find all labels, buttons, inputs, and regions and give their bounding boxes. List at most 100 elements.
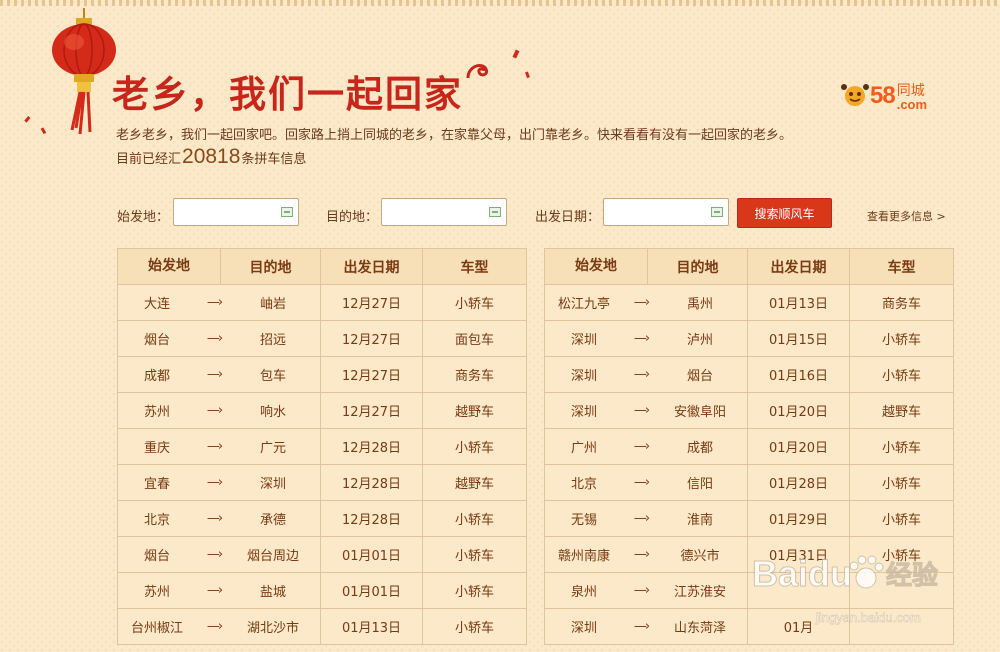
page-title: 老乡，我们一起回家 xyxy=(112,72,463,116)
from-to-cell: 松江九亭 —› 禹州 xyxy=(544,284,748,321)
stats-line: 目前已经汇 20818 条拼车信息 xyxy=(116,145,306,169)
table-header-row: 始发地 目的地 出发日期 车型 xyxy=(544,248,954,285)
date-cell: 01月20日 xyxy=(747,392,850,429)
type-cell: 面包车 xyxy=(422,320,527,357)
search-form: 始发地： 目的地： 出发日期： 搜索顺风车 查看更多信息 > xyxy=(0,198,1000,232)
table-row[interactable]: 台州椒江 —› 湖北沙市 01月13日 小轿车 xyxy=(117,608,527,645)
table-row[interactable]: 泉州 —› 江苏淮安 xyxy=(544,572,954,609)
to-city: 德兴市 xyxy=(680,549,720,564)
date-cell: 01月16日 xyxy=(747,356,850,393)
table-row[interactable]: 大连 —› 岫岩 12月27日 小轿车 xyxy=(117,284,527,321)
table-row[interactable]: 深圳 —› 烟台 01月16日 小轿车 xyxy=(544,356,954,393)
from-city: 宜春 xyxy=(143,477,170,492)
to-city: 安徽阜阳 xyxy=(673,405,726,420)
from-to-cell: 北京 —› 承德 xyxy=(117,500,321,537)
58-logo[interactable]: 58 同城 .com xyxy=(840,82,927,112)
table-row[interactable]: 宜春 —› 深圳 12月28日 越野车 xyxy=(117,464,527,501)
from-to-cell: 赣州南康 —› 德兴市 xyxy=(544,536,748,573)
calendar-icon[interactable] xyxy=(711,207,723,217)
date-cell: 01月01日 xyxy=(320,536,423,573)
stats-count: 20818 xyxy=(182,145,241,168)
type-cell: 小轿车 xyxy=(422,284,527,321)
to-city: 承德 xyxy=(259,513,286,528)
from-to-cell: 北京 —› 信阳 xyxy=(544,464,748,501)
header-from-to: 始发地 目的地 xyxy=(544,248,748,285)
date-cell: 12月28日 xyxy=(320,464,423,501)
table-header-row: 始发地 目的地 出发日期 车型 xyxy=(117,248,527,285)
from-city: 赣州南康 xyxy=(557,549,610,564)
cloud-swirl-icon xyxy=(466,64,489,79)
from-to-cell: 重庆 —› 广元 xyxy=(117,428,321,465)
header-date: 出发日期 xyxy=(747,248,850,285)
arrow-icon: —› xyxy=(206,367,223,382)
date-label: 出发日期： xyxy=(535,210,601,225)
picker-icon[interactable] xyxy=(489,207,501,217)
table-row[interactable]: 广州 —› 成都 01月20日 小轿车 xyxy=(544,428,954,465)
search-rides-button[interactable]: 搜索顺风车 xyxy=(737,198,832,228)
table-row[interactable]: 重庆 —› 广元 12月28日 小轿车 xyxy=(117,428,527,465)
from-city: 深圳 xyxy=(570,333,597,348)
table-row[interactable]: 赣州南康 —› 德兴市 01月31日 小轿车 xyxy=(544,536,954,573)
top-border xyxy=(0,0,1000,6)
type-cell: 小轿车 xyxy=(849,428,954,465)
date-cell: 12月27日 xyxy=(320,284,423,321)
to-city: 信阳 xyxy=(686,477,713,492)
type-cell: 越野车 xyxy=(422,464,527,501)
from-to-cell: 泉州 —› 江苏淮安 xyxy=(544,572,748,609)
table-row[interactable]: 北京 —› 信阳 01月28日 小轿车 xyxy=(544,464,954,501)
from-city: 深圳 xyxy=(570,369,597,384)
arrow-icon: —› xyxy=(206,583,223,598)
from-city: 大连 xyxy=(143,297,170,312)
date-cell: 01月20日 xyxy=(747,428,850,465)
date-cell: 12月27日 xyxy=(320,392,423,429)
to-city: 淮南 xyxy=(686,513,713,528)
from-to-cell: 深圳 —› 山东菏泽 xyxy=(544,608,748,645)
arrow-icon: —› xyxy=(633,583,650,598)
from-city: 烟台 xyxy=(143,549,170,564)
to-city: 禹州 xyxy=(686,297,713,312)
type-cell: 小轿车 xyxy=(849,356,954,393)
header-to: 目的地 xyxy=(249,259,292,276)
from-city: 深圳 xyxy=(570,621,597,636)
table-row[interactable]: 成都 —› 包车 12月27日 商务车 xyxy=(117,356,527,393)
table-row[interactable]: 深圳 —› 山东菏泽 01月 xyxy=(544,608,954,645)
arrow-icon: —› xyxy=(633,331,650,346)
date-cell: 01月01日 xyxy=(320,572,423,609)
from-to-cell: 烟台 —› 招远 xyxy=(117,320,321,357)
date-cell: 01月31日 xyxy=(747,536,850,573)
type-cell: 小轿车 xyxy=(849,500,954,537)
from-to-cell: 成都 —› 包车 xyxy=(117,356,321,393)
table-row[interactable]: 深圳 —› 安徽阜阳 01月20日 越野车 xyxy=(544,392,954,429)
to-city: 响水 xyxy=(259,405,286,420)
table-row[interactable]: 苏州 —› 盐城 01月01日 小轿车 xyxy=(117,572,527,609)
type-cell: 小轿车 xyxy=(422,500,527,537)
from-to-cell: 苏州 —› 响水 xyxy=(117,392,321,429)
table-row[interactable]: 无锡 —› 淮南 01月29日 小轿车 xyxy=(544,500,954,537)
table-row[interactable]: 烟台 —› 招远 12月27日 面包车 xyxy=(117,320,527,357)
date-cell: 01月13日 xyxy=(747,284,850,321)
from-to-cell: 深圳 —› 烟台 xyxy=(544,356,748,393)
date-cell: 01月 xyxy=(747,608,850,645)
header-from: 始发地 xyxy=(119,249,221,284)
table-row[interactable]: 苏州 —› 响水 12月27日 越野车 xyxy=(117,392,527,429)
table-row[interactable]: 烟台 —› 烟台周边 01月01日 小轿车 xyxy=(117,536,527,573)
type-cell: 小轿车 xyxy=(849,536,954,573)
header-type: 车型 xyxy=(422,248,527,285)
from-city: 泉州 xyxy=(570,585,597,600)
picker-icon[interactable] xyxy=(281,207,293,217)
arrow-icon: —› xyxy=(633,475,650,490)
to-city: 成都 xyxy=(686,441,713,456)
from-city: 烟台 xyxy=(143,333,170,348)
table-row[interactable]: 北京 —› 承德 12月28日 小轿车 xyxy=(117,500,527,537)
type-cell: 小轿车 xyxy=(422,572,527,609)
arrow-icon: —› xyxy=(633,619,650,634)
table-row[interactable]: 深圳 —› 泸州 01月15日 小轿车 xyxy=(544,320,954,357)
logo-com: .com xyxy=(896,97,928,112)
from-to-cell: 广州 —› 成都 xyxy=(544,428,748,465)
date-cell: 01月15日 xyxy=(747,320,850,357)
table-row[interactable]: 松江九亭 —› 禹州 01月13日 商务车 xyxy=(544,284,954,321)
date-cell: 01月28日 xyxy=(747,464,850,501)
more-info-link[interactable]: 查看更多信息 > xyxy=(867,208,946,224)
header-date: 出发日期 xyxy=(320,248,423,285)
type-cell xyxy=(849,572,954,609)
